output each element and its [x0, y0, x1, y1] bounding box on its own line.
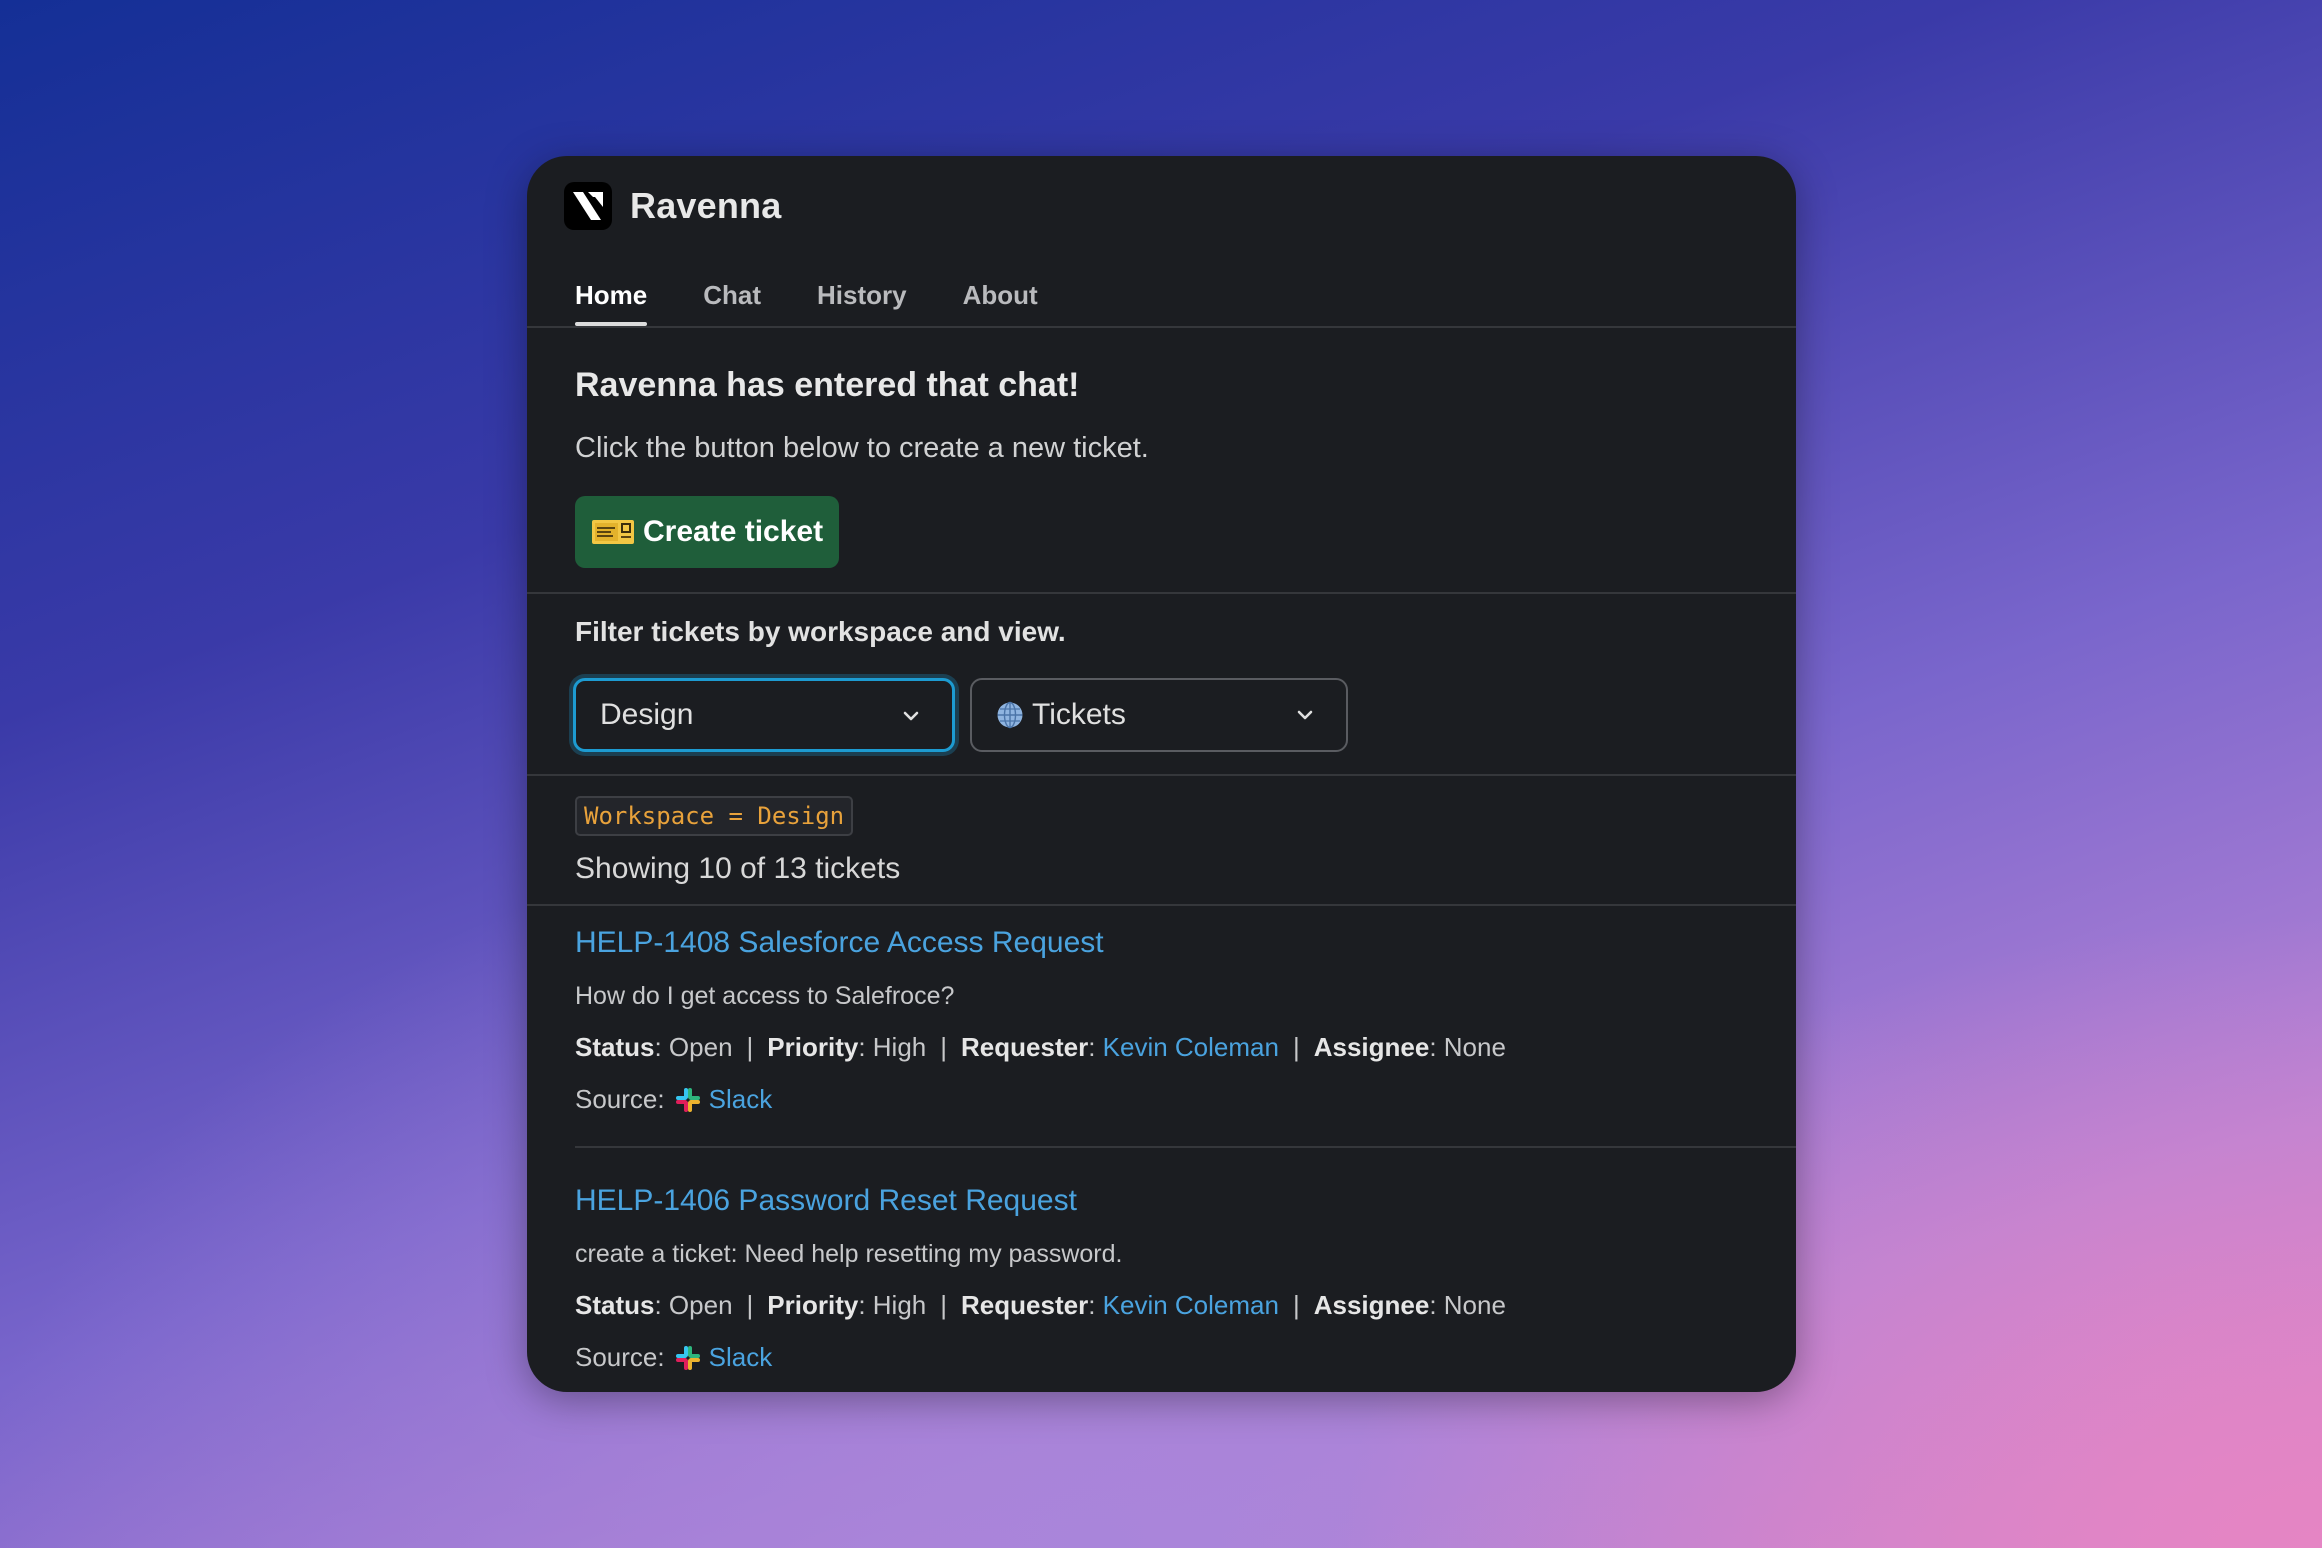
- app-title: Ravenna: [630, 185, 782, 226]
- app-header: Ravenna: [564, 174, 781, 238]
- source-label: Source:: [575, 1342, 665, 1372]
- chevron-down-icon: [903, 711, 919, 721]
- status-value: Open: [668, 1290, 733, 1320]
- ticket-item: HELP-1408 Salesforce Access Request How …: [575, 926, 1796, 1146]
- slack-icon: [675, 1087, 700, 1112]
- welcome-heading: Ravenna has entered that chat!: [575, 366, 1080, 404]
- chevron-down-icon: [1297, 710, 1313, 720]
- results-summary: Showing 10 of 13 tickets: [575, 852, 901, 885]
- priority-value: High: [872, 1032, 927, 1062]
- tab-home[interactable]: Home: [575, 264, 648, 326]
- ravenna-app-panel: Ravenna Home Chat History About Ravenna …: [527, 156, 1796, 1392]
- assignee-value: None: [1443, 1290, 1506, 1320]
- ticket-item: HELP-1406 Password Reset Request create …: [575, 1184, 1796, 1392]
- ticket-title-link[interactable]: HELP-1408 Salesforce Access Request: [575, 926, 1104, 960]
- ticket-source: Source: Slack: [575, 1084, 772, 1115]
- requester-label: Requester: [961, 1290, 1089, 1320]
- tab-history[interactable]: History: [817, 264, 907, 326]
- filter-divider: [527, 774, 1796, 776]
- ticket-divider: [575, 1146, 1796, 1148]
- source-slack-link[interactable]: Slack: [709, 1342, 773, 1373]
- ticket-meta: Status: Open | Priority: High | Requester: K…: [575, 1290, 1506, 1320]
- ticket-description: How do I get access to Salefroce?: [575, 982, 955, 1010]
- admission-ticket-icon: [592, 520, 634, 544]
- filter-label: Filter tickets by workspace and view.: [575, 616, 1066, 647]
- source-slack-link[interactable]: Slack: [709, 1084, 773, 1115]
- tabs-divider: [527, 326, 1796, 328]
- requester-link[interactable]: Kevin Coleman: [1103, 1290, 1279, 1320]
- slack-icon: [675, 1345, 700, 1370]
- tab-about[interactable]: About: [963, 264, 1038, 326]
- assignee-value: None: [1443, 1032, 1506, 1062]
- query-code-badge: Workspace = Design: [575, 796, 854, 836]
- section-divider: [527, 592, 1796, 594]
- ticket-source: Source: Slack: [575, 1342, 772, 1373]
- view-select-value: Tickets: [1032, 698, 1126, 731]
- requester-label: Requester: [961, 1032, 1089, 1062]
- status-label: Status: [575, 1032, 655, 1062]
- ticket-meta: Status: Open | Priority: High | Requester: K…: [575, 1032, 1506, 1062]
- assignee-label: Assignee: [1313, 1290, 1430, 1320]
- requester-link[interactable]: Kevin Coleman: [1103, 1032, 1279, 1062]
- ticket-title-link[interactable]: HELP-1406 Password Reset Request: [575, 1184, 1077, 1218]
- ticket-description: create a ticket: Need help resetting my …: [575, 1240, 1123, 1268]
- assignee-label: Assignee: [1313, 1032, 1430, 1062]
- workspace-select-value: Design: [600, 698, 694, 731]
- welcome-subtext: Click the button below to create a new t…: [575, 432, 1149, 464]
- status-value: Open: [668, 1032, 733, 1062]
- view-select[interactable]: Tickets: [970, 678, 1348, 752]
- status-label: Status: [575, 1290, 655, 1320]
- tab-bar: Home Chat History About: [575, 264, 1094, 326]
- results-divider: [527, 904, 1796, 906]
- priority-label: Priority: [767, 1290, 859, 1320]
- workspace-select[interactable]: Design: [573, 678, 955, 752]
- priority-label: Priority: [767, 1032, 859, 1062]
- source-label: Source:: [575, 1084, 665, 1114]
- create-ticket-button[interactable]: Create ticket: [575, 496, 840, 568]
- ravenna-logo-icon: [564, 182, 612, 230]
- globe-icon: [997, 701, 1023, 729]
- create-ticket-label: Create ticket: [643, 515, 824, 548]
- tab-chat[interactable]: Chat: [703, 264, 761, 326]
- priority-value: High: [872, 1290, 927, 1320]
